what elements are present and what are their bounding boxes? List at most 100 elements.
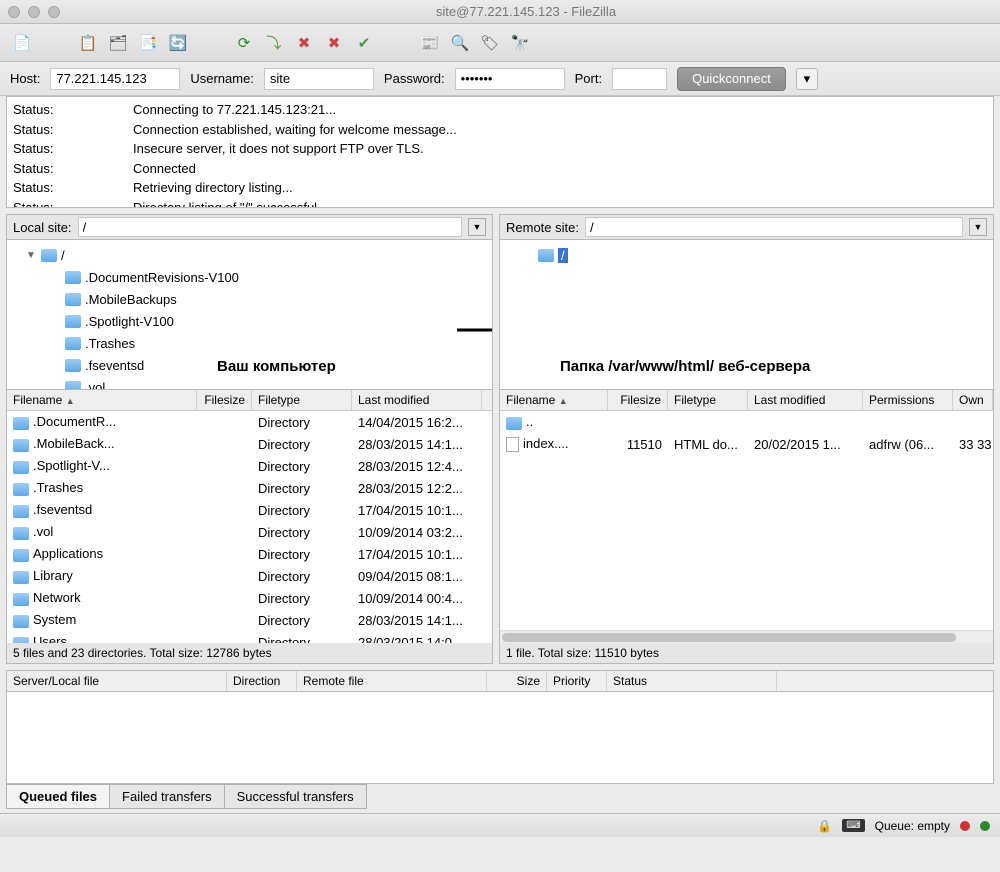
disconnect-icon[interactable]: ✖ xyxy=(292,31,316,55)
list-item[interactable]: LibraryDirectory09/04/2015 08:1... xyxy=(7,565,492,587)
folder-icon xyxy=(13,505,29,518)
folder-icon xyxy=(13,615,29,628)
compare-icon[interactable]: 📰 xyxy=(418,31,442,55)
log-key: Status: xyxy=(13,159,133,179)
tree-item[interactable]: ▼/ xyxy=(11,244,488,266)
folder-icon xyxy=(13,593,29,606)
sync-icon[interactable]: 🔍 xyxy=(448,31,472,55)
tcol-status[interactable]: Status xyxy=(607,671,777,691)
refresh-icon[interactable]: 🔄 xyxy=(166,31,190,55)
tab-successful[interactable]: Successful transfers xyxy=(224,784,367,809)
list-item[interactable]: SystemDirectory28/03/2015 14:1... xyxy=(7,609,492,631)
log-msg: Connected xyxy=(133,159,196,179)
rcol-permissions[interactable]: Permissions xyxy=(863,390,953,410)
statusbar: 🔒 ⌨ Queue: empty xyxy=(0,813,1000,837)
port-input[interactable] xyxy=(612,68,667,90)
remote-annotation: Папка /var/www/html/ веб-сервера xyxy=(560,358,810,375)
host-label: Host: xyxy=(10,71,40,86)
zoom-icon[interactable] xyxy=(48,6,60,18)
col-filetype[interactable]: Filetype xyxy=(252,390,352,410)
list-item[interactable]: ApplicationsDirectory17/04/2015 10:1... xyxy=(7,543,492,565)
rcol-modified[interactable]: Last modified xyxy=(748,390,863,410)
search-icon[interactable]: 🔭 xyxy=(508,31,532,55)
remote-status: 1 file. Total size: 11510 bytes xyxy=(499,643,994,664)
rcol-owner[interactable]: Own xyxy=(953,390,993,410)
quickconnect-dropdown[interactable]: ▾ xyxy=(796,68,818,90)
log-msg: Directory listing of "/" successful xyxy=(133,198,317,209)
remote-tree[interactable]: / Папка /var/www/html/ веб-сервера xyxy=(499,239,994,389)
cancel-icon[interactable]: ⤵ xyxy=(262,31,286,55)
log-key: Status: xyxy=(13,178,133,198)
tab-failed[interactable]: Failed transfers xyxy=(109,784,225,809)
rcol-filesize[interactable]: Filesize xyxy=(608,390,668,410)
rcol-filetype[interactable]: Filetype xyxy=(668,390,748,410)
rcol-filename[interactable]: Filename xyxy=(506,393,555,407)
tree-item[interactable]: .Trashes xyxy=(11,332,488,354)
tree-item[interactable]: .DocumentRevisions-V100 xyxy=(11,266,488,288)
list-item[interactable]: NetworkDirectory10/09/2014 00:4... xyxy=(7,587,492,609)
host-input[interactable] xyxy=(50,68,180,90)
password-input[interactable] xyxy=(455,68,565,90)
arrow-icon xyxy=(455,315,493,345)
tree-item[interactable]: .Spotlight-V100 xyxy=(11,310,488,332)
local-file-list[interactable]: Filename ▲ Filesize Filetype Last modifi… xyxy=(6,389,493,643)
list-item[interactable]: UsersDirectory28/03/2015 14:0... xyxy=(7,631,492,643)
local-pane: Local site: ▼ ▼/.DocumentRevisions-V100.… xyxy=(6,214,493,664)
tcol-priority[interactable]: Priority xyxy=(547,671,607,691)
list-item[interactable]: .Spotlight-V...Directory28/03/2015 12:4.… xyxy=(7,455,492,477)
folder-icon xyxy=(65,381,81,390)
col-filesize[interactable]: Filesize xyxy=(197,390,252,410)
sitemanager-icon[interactable]: 📄 xyxy=(10,31,34,55)
remote-path-dropdown[interactable]: ▼ xyxy=(969,218,987,236)
list-item[interactable]: .DocumentR...Directory14/04/2015 16:2... xyxy=(7,411,492,433)
keyboard-icon: ⌨ xyxy=(842,819,864,832)
list-item[interactable]: .TrashesDirectory28/03/2015 12:2... xyxy=(7,477,492,499)
list-item[interactable]: .fseventsdDirectory17/04/2015 10:1... xyxy=(7,499,492,521)
activity-indicator-2 xyxy=(980,821,990,831)
reconnect-icon[interactable]: ✖ xyxy=(322,31,346,55)
tree-item[interactable]: / xyxy=(504,244,989,266)
tree-item[interactable]: .MobileBackups xyxy=(11,288,488,310)
list-item[interactable]: .. xyxy=(500,411,993,433)
activity-indicator-1 xyxy=(960,821,970,831)
username-input[interactable] xyxy=(264,68,374,90)
queue-status: Queue: empty xyxy=(875,819,950,833)
toggle-log-icon[interactable]: 📋 xyxy=(76,31,100,55)
tree-item[interactable]: .vol xyxy=(11,376,488,389)
bookmark-icon[interactable]: 🏷 xyxy=(478,31,502,55)
password-label: Password: xyxy=(384,71,445,86)
process-queue-icon[interactable]: ⟳ xyxy=(232,31,256,55)
folder-icon xyxy=(13,527,29,540)
tcol-direction[interactable]: Direction xyxy=(227,671,297,691)
list-item[interactable]: .volDirectory10/09/2014 03:2... xyxy=(7,521,492,543)
list-item[interactable]: .MobileBack...Directory28/03/2015 14:1..… xyxy=(7,433,492,455)
col-modified[interactable]: Last modified xyxy=(352,390,482,410)
quickconnect-bar: Host: Username: Password: Port: Quickcon… xyxy=(0,62,1000,96)
col-filename[interactable]: Filename xyxy=(13,393,62,407)
tcol-size[interactable]: Size xyxy=(487,671,547,691)
minimize-icon[interactable] xyxy=(28,6,40,18)
folder-icon xyxy=(506,417,522,430)
quickconnect-button[interactable]: Quickconnect xyxy=(677,67,786,91)
local-path-dropdown[interactable]: ▼ xyxy=(468,218,486,236)
port-label: Port: xyxy=(575,71,602,86)
local-annotation: Ваш компьютер xyxy=(217,358,336,375)
local-status: 5 files and 23 directories. Total size: … xyxy=(6,643,493,664)
horizontal-scrollbar[interactable] xyxy=(500,630,993,643)
local-path-input[interactable] xyxy=(78,217,462,237)
local-tree[interactable]: ▼/.DocumentRevisions-V100.MobileBackups.… xyxy=(6,239,493,389)
filter-icon[interactable]: ✔ xyxy=(352,31,376,55)
folder-icon xyxy=(13,483,29,496)
close-icon[interactable] xyxy=(8,6,20,18)
toggle-queue-icon[interactable]: 📑 xyxy=(136,31,160,55)
tcol-server[interactable]: Server/Local file xyxy=(7,671,227,691)
folder-icon xyxy=(538,249,554,262)
remote-file-list[interactable]: Filename ▲ Filesize Filetype Last modifi… xyxy=(499,389,994,643)
remote-path-input[interactable] xyxy=(585,217,963,237)
tcol-remote[interactable]: Remote file xyxy=(297,671,487,691)
transfer-body[interactable] xyxy=(6,692,994,784)
tab-queued[interactable]: Queued files xyxy=(6,784,110,809)
message-log[interactable]: Status:Connecting to 77.221.145.123:21..… xyxy=(6,96,994,208)
toggle-tree-icon[interactable]: 🗂 xyxy=(106,31,130,55)
list-item[interactable]: index....11510HTML do...20/02/2015 1...a… xyxy=(500,433,993,455)
